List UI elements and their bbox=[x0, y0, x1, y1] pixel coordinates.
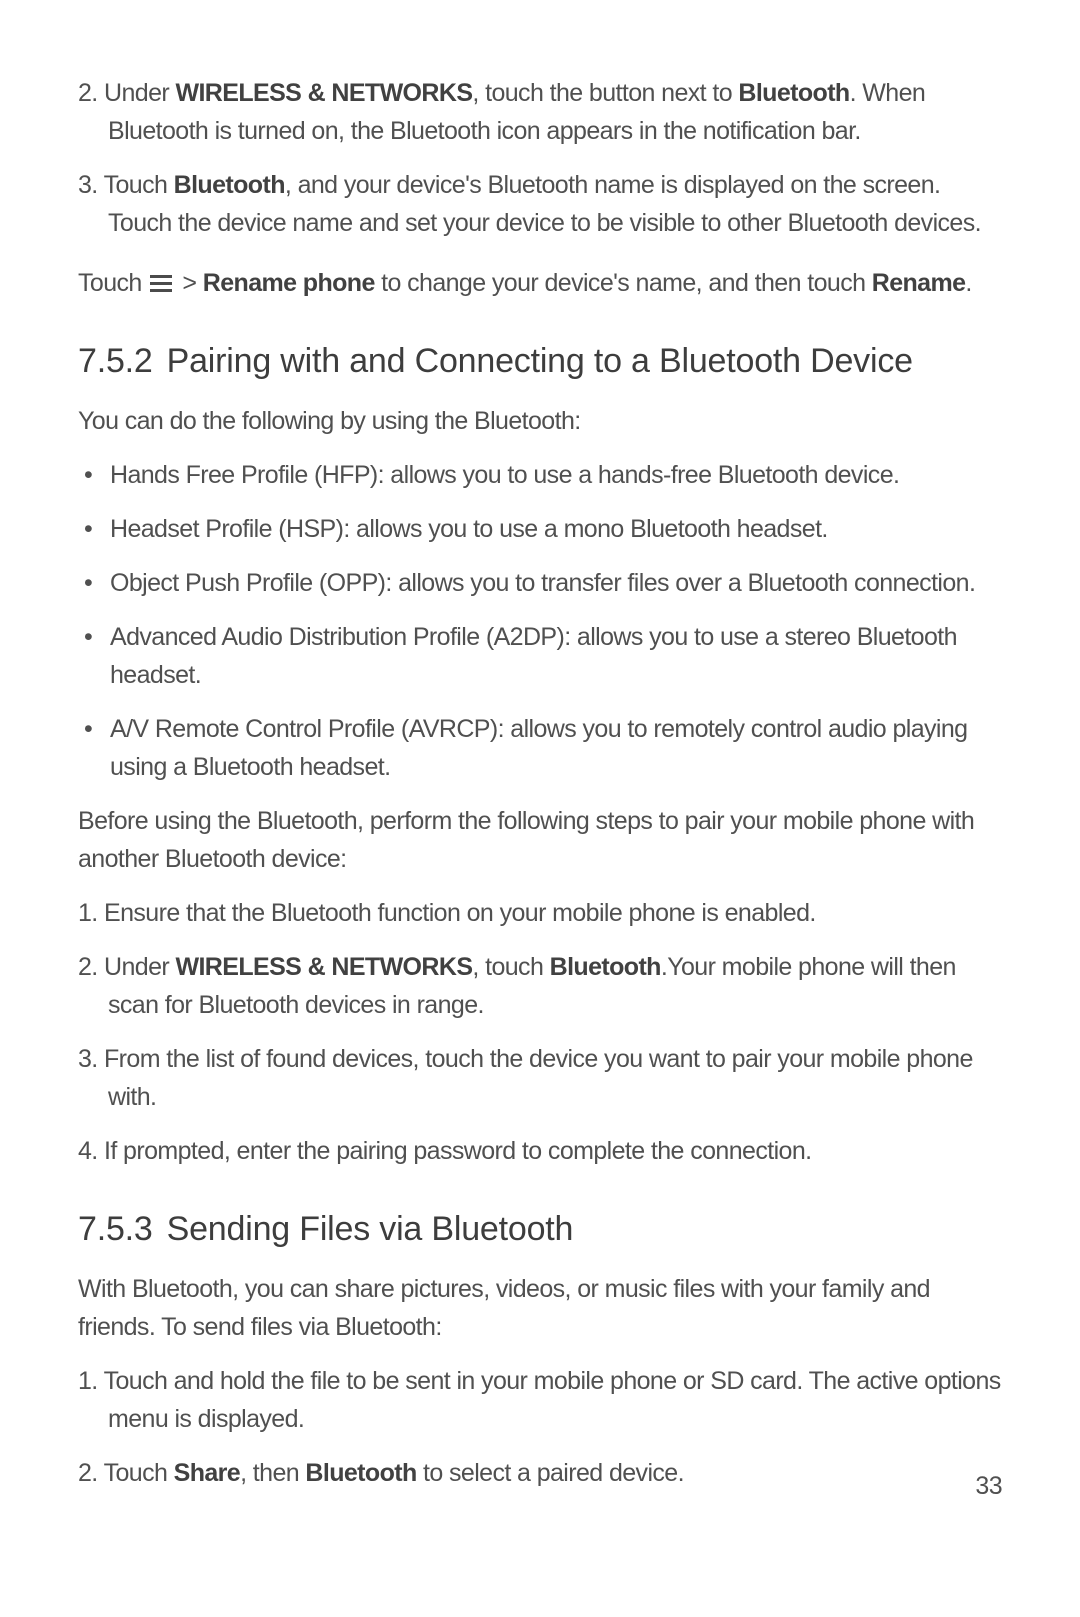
step-number: 1. bbox=[78, 899, 98, 927]
ordered-step: 2. Under WIRELESS & NETWORKS, touch Blue… bbox=[78, 948, 1004, 1024]
step-text: If prompted, enter the pairing password … bbox=[104, 1137, 811, 1165]
step-text: to select a paired device. bbox=[417, 1459, 684, 1487]
page-number: 33 bbox=[975, 1472, 1002, 1501]
step-text: From the list of found devices, touch th… bbox=[104, 1045, 973, 1111]
heading-title: Pairing with and Connecting to a Bluetoo… bbox=[167, 342, 913, 380]
text: Touch bbox=[78, 269, 148, 297]
text: > bbox=[182, 269, 202, 297]
text: to change your device's name, and then t… bbox=[375, 269, 872, 297]
ordered-step: 2. Under WIRELESS & NETWORKS, touch the … bbox=[78, 74, 1004, 150]
step-text: Touch bbox=[104, 1459, 174, 1487]
step-text: Under bbox=[104, 79, 175, 107]
heading-title: Sending Files via Bluetooth bbox=[167, 1210, 574, 1248]
menu-icon bbox=[150, 275, 172, 293]
step-number: 4. bbox=[78, 1137, 98, 1165]
section-heading: 7.5.2 Pairing with and Connecting to a Bl… bbox=[78, 340, 1004, 382]
bold-text: Bluetooth bbox=[550, 953, 661, 981]
bullet-item: Headset Profile (HSP): allows you to use… bbox=[78, 510, 1004, 548]
step-number: 2. bbox=[78, 953, 98, 981]
step-text: , touch bbox=[472, 953, 549, 981]
paragraph: Before using the Bluetooth, perform the … bbox=[78, 802, 1004, 878]
bold-text: Bluetooth bbox=[174, 171, 285, 199]
step-number: 3. bbox=[78, 1045, 98, 1073]
document-page: 2. Under WIRELESS & NETWORKS, touch the … bbox=[0, 0, 1080, 1617]
step-number: 1. bbox=[78, 1367, 98, 1395]
heading-number: 7.5.2 bbox=[78, 340, 153, 382]
bullet-item: Advanced Audio Distribution Profile (A2D… bbox=[78, 618, 1004, 694]
ordered-step: 3. From the list of found devices, touch… bbox=[78, 1040, 1004, 1116]
step-text: Ensure that the Bluetooth function on yo… bbox=[104, 899, 816, 927]
bold-text: Rename phone bbox=[203, 269, 375, 297]
paragraph: With Bluetooth, you can share pictures, … bbox=[78, 1270, 1004, 1346]
ordered-step: 4. If prompted, enter the pairing passwo… bbox=[78, 1132, 1004, 1170]
step-number: 2. bbox=[78, 1459, 98, 1487]
paragraph: Touch > Rename phone to change your devi… bbox=[78, 264, 1004, 302]
paragraph: You can do the following by using the Bl… bbox=[78, 402, 1004, 440]
step-text: , then bbox=[240, 1459, 305, 1487]
bold-text: WIRELESS & NETWORKS bbox=[175, 953, 472, 981]
bold-text: Share bbox=[174, 1459, 240, 1487]
ordered-step: 1. Touch and hold the file to be sent in… bbox=[78, 1362, 1004, 1438]
step-text: , touch the button next to bbox=[472, 79, 738, 107]
ordered-step: 3. Touch Bluetooth, and your device's Bl… bbox=[78, 166, 1004, 242]
bullet-item: Hands Free Profile (HFP): allows you to … bbox=[78, 456, 1004, 494]
bold-text: Bluetooth bbox=[738, 79, 849, 107]
bullet-item: Object Push Profile (OPP): allows you to… bbox=[78, 564, 1004, 602]
ordered-step: 2. Touch Share, then Bluetooth to select… bbox=[78, 1454, 1004, 1492]
bold-text: WIRELESS & NETWORKS bbox=[175, 79, 472, 107]
step-text: Touch and hold the file to be sent in yo… bbox=[104, 1367, 1001, 1433]
text: . bbox=[965, 269, 971, 297]
bold-text: Bluetooth bbox=[305, 1459, 416, 1487]
step-number: 2. bbox=[78, 79, 98, 107]
step-number: 3. bbox=[78, 171, 98, 199]
section-heading: 7.5.3 Sending Files via Bluetooth bbox=[78, 1208, 1004, 1250]
heading-number: 7.5.3 bbox=[78, 1208, 153, 1250]
ordered-step: 1. Ensure that the Bluetooth function on… bbox=[78, 894, 1004, 932]
step-text: Under bbox=[104, 953, 175, 981]
bullet-item: A/V Remote Control Profile (AVRCP): allo… bbox=[78, 710, 1004, 786]
step-text: Touch bbox=[104, 171, 174, 199]
bold-text: Rename bbox=[872, 269, 966, 297]
